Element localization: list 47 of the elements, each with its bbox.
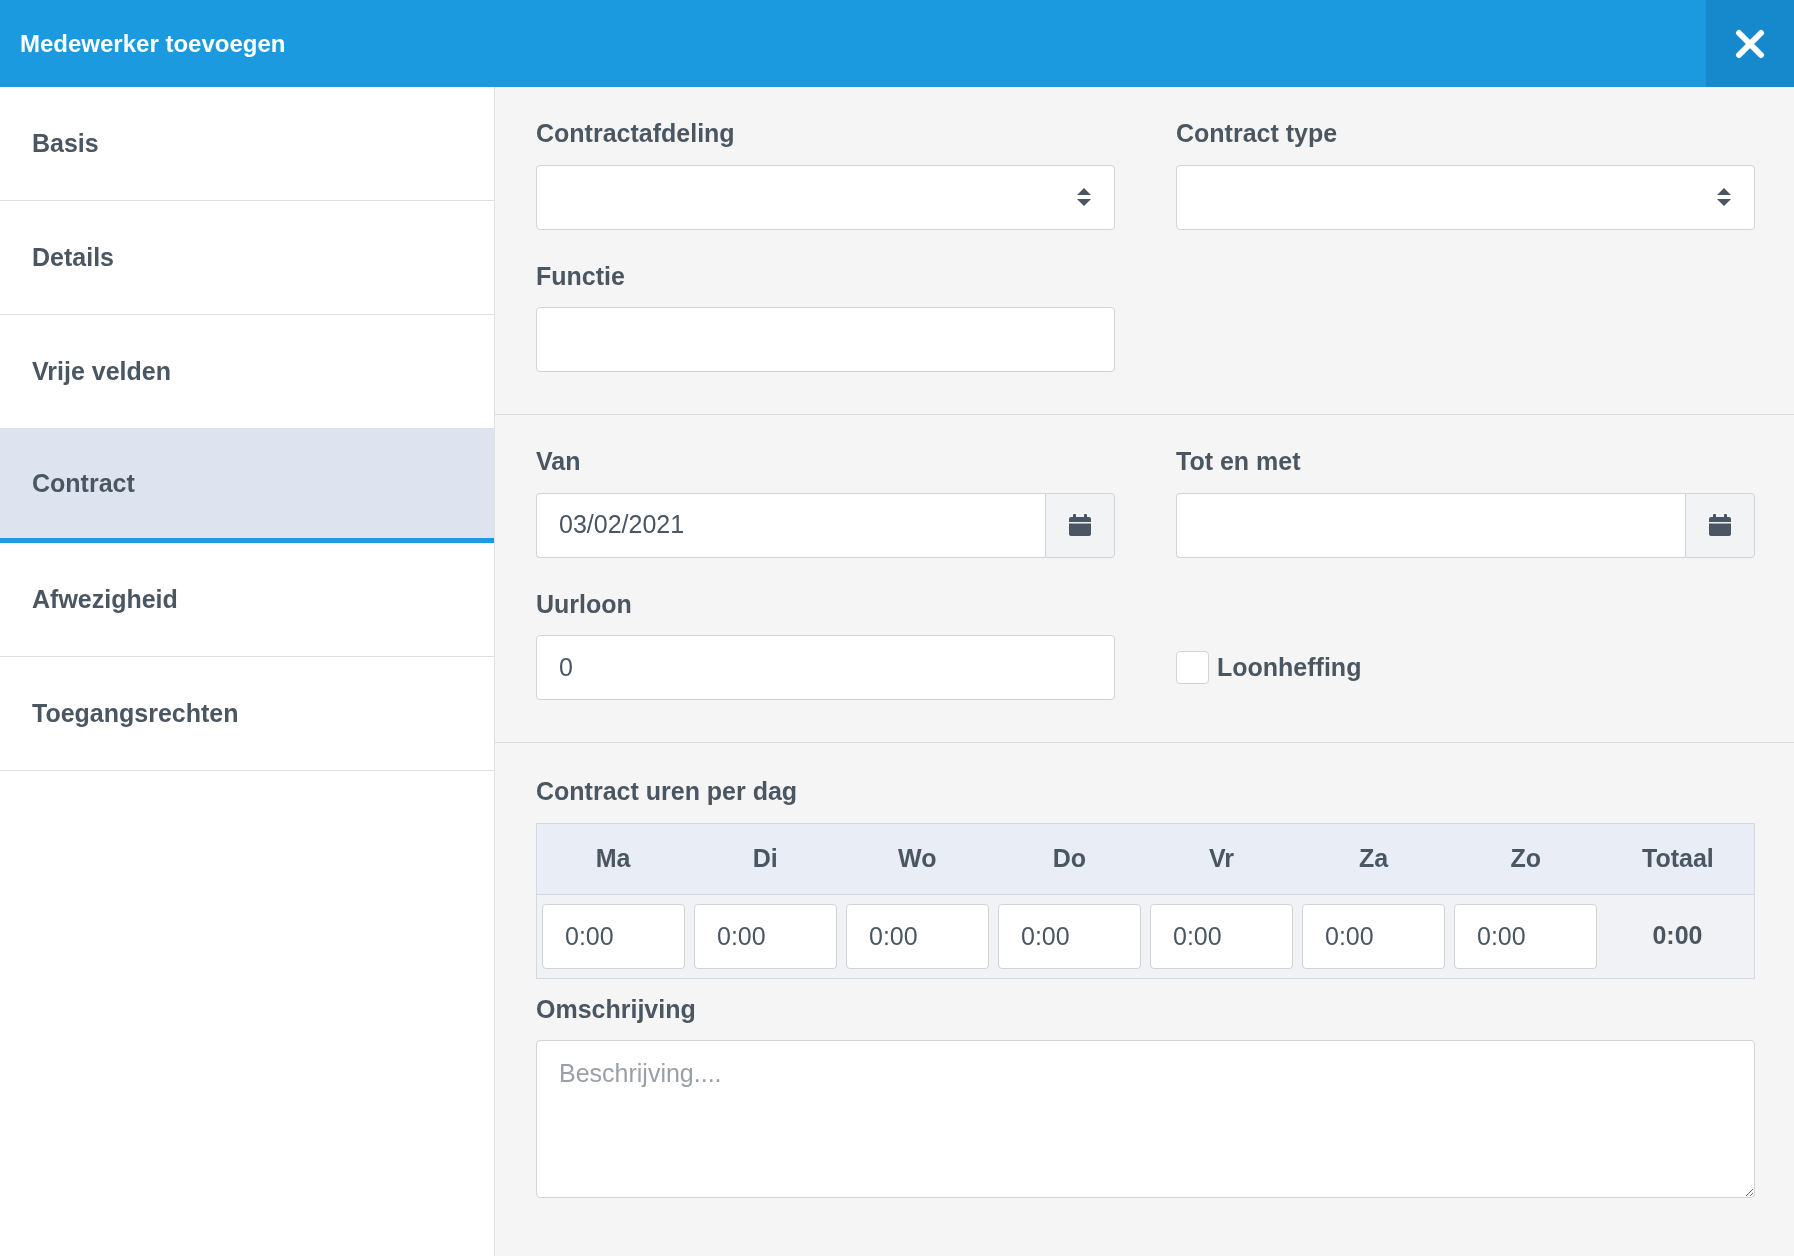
field-label: Tot en met — [1176, 446, 1302, 477]
field-label: Uurloon — [536, 588, 633, 620]
checkbox[interactable] — [1176, 651, 1209, 684]
total-value: 0:00 — [1651, 920, 1704, 952]
calendar-icon — [1708, 513, 1732, 537]
field-label: Omschrijving — [536, 993, 697, 1025]
column-header: Ma — [594, 842, 632, 874]
field-label: Van — [536, 446, 582, 477]
hours-input[interactable]: 0:00 — [998, 903, 1141, 969]
sidebar-tab[interactable]: Afwezigheid — [0, 543, 494, 657]
hours-input[interactable]: 0:00 — [1150, 903, 1293, 969]
hours-input[interactable]: 0:00 — [1454, 903, 1597, 969]
table-title: Contract uren per dag — [536, 776, 799, 807]
column-header: Za — [1358, 842, 1390, 874]
column-header: Vr — [1208, 842, 1236, 874]
field-label: Contractafdeling — [536, 118, 736, 149]
select-field[interactable] — [536, 164, 1115, 230]
sidebar-tab[interactable]: Contract — [0, 429, 494, 543]
sort-icon — [1716, 187, 1732, 207]
column-header: Zo — [1509, 842, 1543, 874]
date-field[interactable] — [1176, 492, 1685, 558]
field-label: Contract type — [1176, 118, 1339, 149]
date-field[interactable]: 03/02/2021 — [536, 492, 1045, 558]
input-field[interactable]: 0 — [536, 635, 1115, 700]
sort-icon — [1076, 187, 1092, 207]
column-header: Totaal — [1641, 842, 1715, 874]
field-label: Functie — [536, 260, 626, 292]
hours-input[interactable]: 0:00 — [542, 903, 685, 969]
input-field[interactable] — [536, 307, 1115, 372]
column-header: Wo — [897, 842, 938, 874]
sidebar-tab[interactable]: Details — [0, 201, 494, 315]
hours-input[interactable]: 0:00 — [1302, 903, 1445, 969]
calendar-icon — [1068, 513, 1092, 537]
hours-input[interactable]: 0:00 — [694, 903, 837, 969]
description-field[interactable]: Beschrijving.... — [536, 1040, 1755, 1198]
column-header: Do — [1051, 842, 1088, 874]
hours-input[interactable]: 0:00 — [846, 903, 989, 969]
column-header: Di — [751, 842, 779, 874]
calendar-button[interactable] — [1045, 492, 1115, 558]
close-button[interactable] — [1706, 0, 1794, 87]
checkbox-label: Loonheffing — [1217, 651, 1362, 683]
calendar-button[interactable] — [1685, 492, 1755, 558]
sidebar-tab[interactable]: Toegangsrechten — [0, 657, 494, 771]
select-field[interactable] — [1176, 164, 1755, 230]
sidebar-tab[interactable]: Basis — [0, 87, 494, 201]
close-icon — [1735, 28, 1765, 59]
dialog-title: Medewerker toevoegen — [19, 28, 286, 59]
